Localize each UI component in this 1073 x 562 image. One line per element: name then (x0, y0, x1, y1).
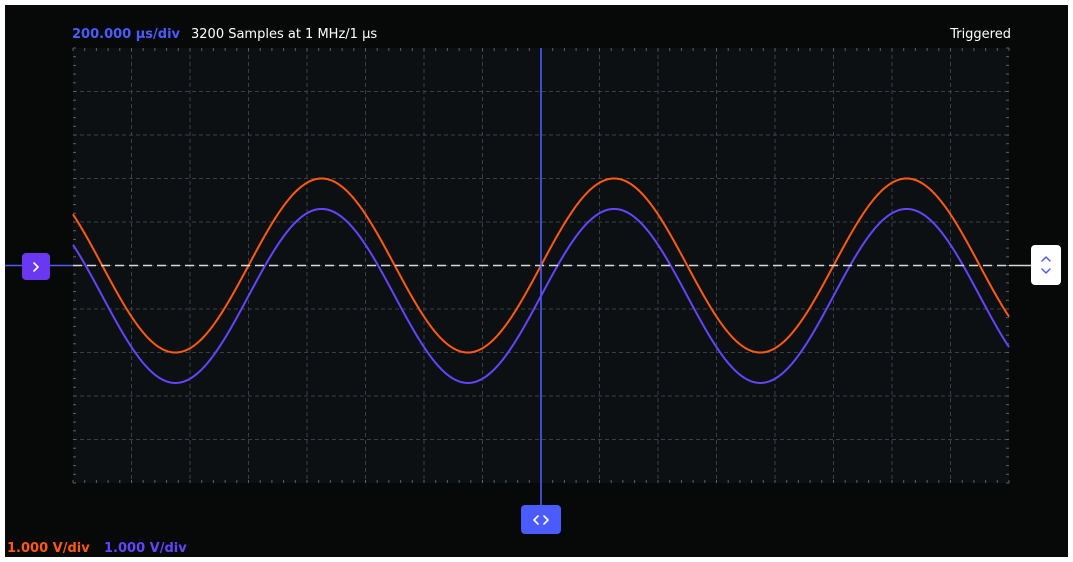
trigger-level-button[interactable] (22, 253, 50, 280)
vertical-position-button[interactable] (1031, 245, 1061, 285)
plot-area[interactable] (5, 5, 1068, 557)
oscilloscope-view: 200.000 µs/div 3200 Samples at 1 MHz/1 µ… (5, 5, 1068, 557)
sample-rate-label: 3200 Samples at 1 MHz/1 µs (191, 27, 378, 42)
chevron-up-down-icon (1041, 256, 1051, 274)
channel-2-scale-label[interactable]: 1.000 V/div (104, 541, 187, 557)
horizontal-position-button[interactable] (521, 505, 561, 534)
trigger-status-label: Triggered (950, 27, 1011, 42)
channel-1-scale-label[interactable]: 1.000 V/div (7, 541, 90, 557)
chevron-left-right-icon (533, 514, 549, 525)
timebase-label[interactable]: 200.000 µs/div (72, 27, 180, 43)
chevron-right-icon (33, 261, 39, 272)
